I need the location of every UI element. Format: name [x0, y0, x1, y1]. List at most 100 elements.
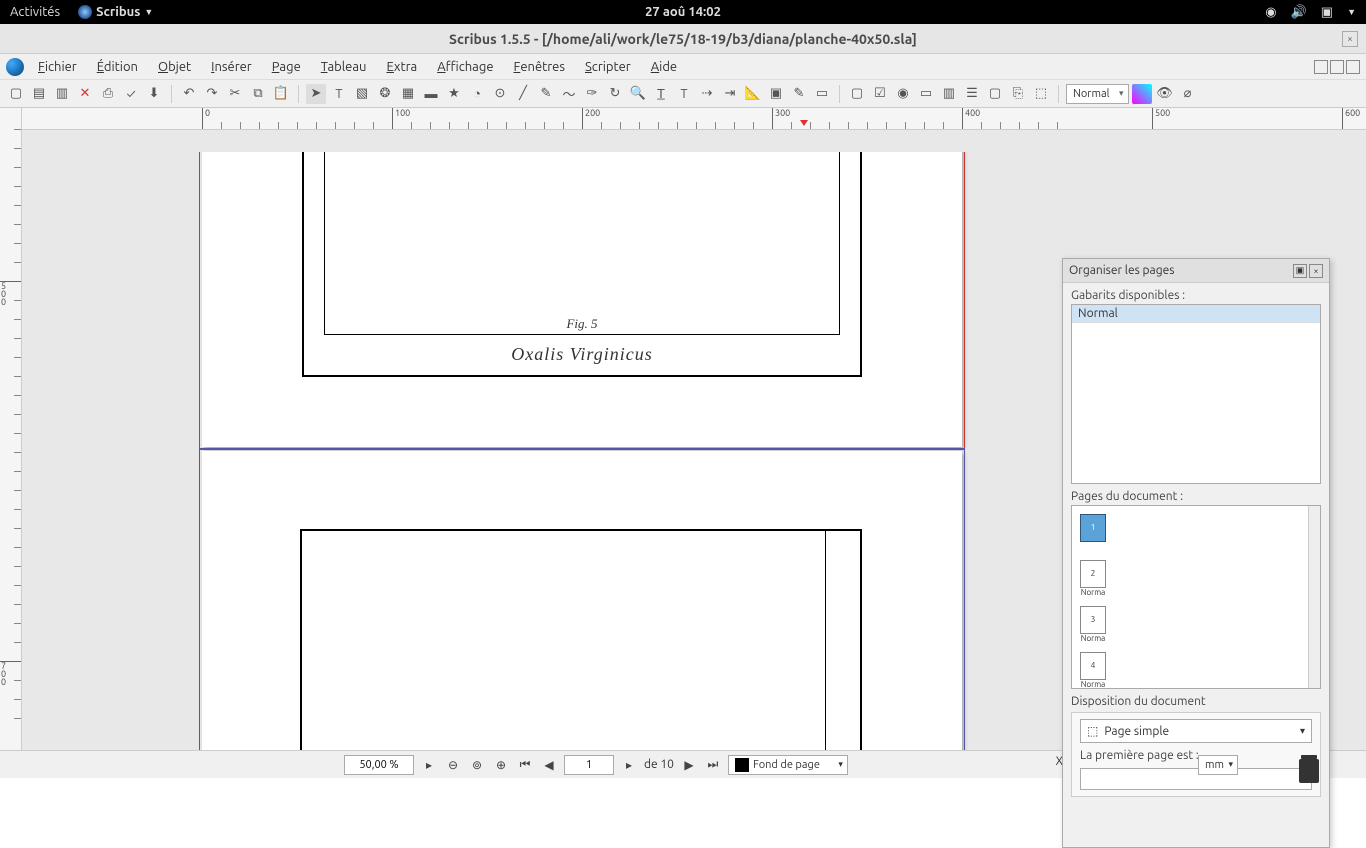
page-thumb-2[interactable]: 2Norma	[1080, 560, 1106, 588]
menu-edit[interactable]: Édition	[87, 57, 148, 77]
pdf-radio-icon[interactable]: ◉	[893, 84, 913, 104]
page-thumb-3[interactable]: 3Norma	[1080, 606, 1106, 634]
master-page-item[interactable]: Normal	[1072, 305, 1320, 323]
pdf-annotation-icon[interactable]: ▢	[985, 84, 1005, 104]
copy-props-icon[interactable]: ▣	[766, 84, 786, 104]
volume-icon[interactable]: 🔊	[1291, 5, 1307, 20]
active-app[interactable]: Scribus ▼	[78, 5, 153, 19]
menu-object[interactable]: Objet	[148, 57, 201, 77]
print-icon[interactable]: ⎙	[98, 84, 118, 104]
mdi-close-icon[interactable]	[1346, 60, 1360, 74]
pdf-3d-icon[interactable]: ⬚	[1031, 84, 1051, 104]
zoom-icon[interactable]: 🔍	[628, 84, 648, 104]
select-tool-icon[interactable]: ➤	[306, 84, 326, 104]
pdf-checkbox-icon[interactable]: ☑	[870, 84, 890, 104]
battery-icon[interactable]: ▣	[1321, 5, 1333, 20]
scrollbar[interactable]	[1308, 506, 1320, 688]
close-doc-icon[interactable]: ✕	[75, 84, 95, 104]
close-panel-icon[interactable]: ×	[1309, 264, 1323, 278]
polygon-icon[interactable]: ★	[444, 84, 464, 104]
menu-help[interactable]: Aide	[641, 57, 687, 77]
zoom-reset-icon[interactable]: ⊚	[468, 756, 486, 774]
document-pages-list[interactable]: 1Norma 2Norma 3Norma 4Norma	[1071, 505, 1321, 689]
zoom-out-icon[interactable]: ⊖	[444, 756, 462, 774]
annotation-icon[interactable]: ▭	[812, 84, 832, 104]
image-frame-icon[interactable]: ▧	[352, 84, 372, 104]
table-icon[interactable]: ▦	[398, 84, 418, 104]
edit-text-icon[interactable]: T̲	[651, 84, 671, 104]
rotate-icon[interactable]: ↻	[605, 84, 625, 104]
last-page-icon[interactable]: ⏭	[704, 756, 722, 774]
layout-combo[interactable]: ⬚ Page simple	[1080, 719, 1312, 743]
firstpage-combo[interactable]	[1080, 768, 1312, 790]
prev-page-icon[interactable]: ◀	[540, 756, 558, 774]
measure-icon[interactable]: 📐	[743, 84, 763, 104]
edit-in-preview-icon[interactable]: ⌀	[1178, 84, 1198, 104]
menu-table[interactable]: Tableau	[311, 57, 377, 77]
story-editor-icon[interactable]: T	[674, 84, 694, 104]
pdf-textfield-icon[interactable]: ▭	[916, 84, 936, 104]
shade-icon[interactable]: ▣	[1293, 264, 1307, 278]
menu-display[interactable]: Affichage	[427, 57, 503, 77]
mdi-maximize-icon[interactable]	[1330, 60, 1344, 74]
pdf-link-icon[interactable]: ⎘	[1008, 84, 1028, 104]
bezier-icon[interactable]: ✎	[536, 84, 556, 104]
mdi-minimize-icon[interactable]	[1314, 60, 1328, 74]
preview-icon[interactable]: 👁	[1155, 84, 1175, 104]
preflight-icon[interactable]: ✓	[121, 84, 141, 104]
menu-windows[interactable]: Fenêtres	[504, 57, 575, 77]
zoom-stepper-icon[interactable]: ▸	[420, 756, 438, 774]
eyedropper-icon[interactable]: ✎	[789, 84, 809, 104]
copy-icon[interactable]: ⧉	[248, 84, 268, 104]
unlink-frames-icon[interactable]: ⇥	[720, 84, 740, 104]
redo-icon[interactable]: ↷	[202, 84, 222, 104]
preview-mode-combo[interactable]: Normal	[1066, 84, 1129, 104]
vertical-ruler[interactable]: 500 700	[0, 108, 22, 750]
pdf-export-icon[interactable]: ⬇	[144, 84, 164, 104]
shape-icon[interactable]: ▬	[421, 84, 441, 104]
first-page-icon[interactable]: ⏮	[516, 756, 534, 774]
cms-icon[interactable]	[1132, 84, 1152, 104]
close-icon[interactable]: ×	[1342, 31, 1358, 47]
chevron-down-icon[interactable]: ▼	[1347, 7, 1356, 17]
arc-icon[interactable]: ◔	[467, 84, 487, 104]
zoom-in-icon[interactable]: ⊕	[492, 756, 510, 774]
next-page-icon[interactable]: ▶	[680, 756, 698, 774]
menu-file[interactable]: Fichier	[28, 57, 87, 77]
save-icon[interactable]: ▥	[52, 84, 72, 104]
horizontal-ruler[interactable]: 0 100 200 300 400 500 600	[22, 108, 1366, 130]
page-stepper-icon[interactable]: ▸	[620, 756, 638, 774]
freehand-icon[interactable]: ～	[559, 84, 579, 104]
window-titlebar[interactable]: Scribus 1.5.5 - [/home/ali/work/le75/18-…	[0, 24, 1366, 54]
new-icon[interactable]: ▢	[6, 84, 26, 104]
open-icon[interactable]: ▤	[29, 84, 49, 104]
page-1[interactable]: Fig. 5 Oxalis Virginicus	[202, 152, 962, 447]
masters-list[interactable]: Normal	[1071, 304, 1321, 484]
page-thumb-1[interactable]: 1Norma	[1080, 514, 1106, 542]
page-2[interactable]: Fig. 1 Fig. 2 Fig. 3	[202, 451, 962, 750]
page-organizer-panel[interactable]: Organiser les pages ▣ × Gabarits disponi…	[1062, 258, 1330, 848]
wifi-icon[interactable]: ◉	[1265, 5, 1276, 20]
pdf-combobox-icon[interactable]: ▥	[939, 84, 959, 104]
paste-icon[interactable]: 📋	[271, 84, 291, 104]
render-frame-icon[interactable]: ❂	[375, 84, 395, 104]
link-frames-icon[interactable]: ⇢	[697, 84, 717, 104]
trash-icon[interactable]	[1299, 759, 1319, 783]
text-frame-icon[interactable]: T	[329, 84, 349, 104]
unit-combo[interactable]: mm	[1198, 755, 1238, 775]
calligraphy-icon[interactable]: ✑	[582, 84, 602, 104]
menu-page[interactable]: Page	[262, 57, 311, 77]
clock[interactable]: 27 aoû 14:02	[645, 5, 721, 19]
pdf-button-icon[interactable]: ▢	[847, 84, 867, 104]
spiral-icon[interactable]: ⊙	[490, 84, 510, 104]
menu-insert[interactable]: Insérer	[201, 57, 262, 77]
undo-icon[interactable]: ↶	[179, 84, 199, 104]
zoom-input[interactable]	[344, 755, 414, 775]
menu-scripter[interactable]: Scripter	[575, 57, 641, 77]
page-thumb-4[interactable]: 4Norma	[1080, 652, 1106, 680]
layer-combo[interactable]: Fond de page	[728, 755, 848, 775]
cut-icon[interactable]: ✂	[225, 84, 245, 104]
menu-extra[interactable]: Extra	[376, 57, 427, 77]
line-icon[interactable]: ╱	[513, 84, 533, 104]
page-input[interactable]	[564, 755, 614, 775]
